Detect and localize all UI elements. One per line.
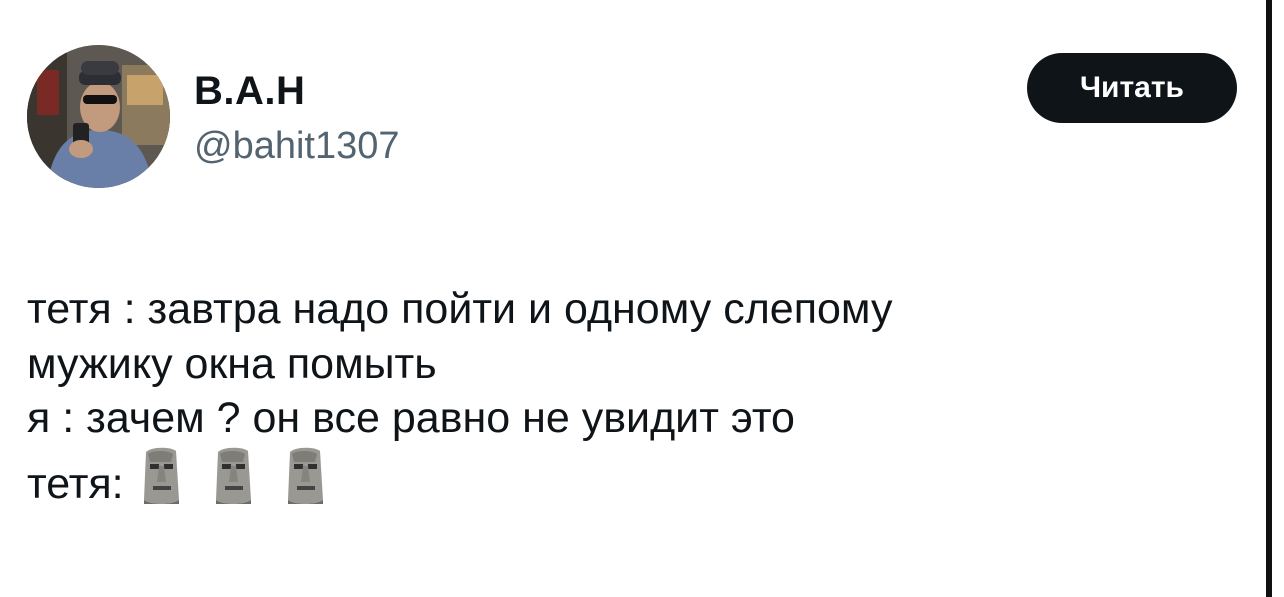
tweet-line: я : зачем ? он все равно не увидит это [27,394,795,442]
tweet-header: В.А.Н @bahit1307 Читать [27,45,1237,190]
user-handle[interactable]: @bahit1307 [194,123,400,169]
tweet-card: В.А.Н @bahit1307 Читать тетя : завтра на… [0,0,1284,597]
tweet-text: тетя : завтра надо пойти и одному слепом… [27,282,1227,519]
moai-emoji-icon [280,446,330,520]
tweet-line: мужику окна помыть [27,339,437,388]
follow-button[interactable]: Читать [1027,53,1237,123]
tweet-line: тетя : завтра надо пойти и одному слепом… [27,285,893,333]
avatar[interactable] [27,45,170,188]
tweet-line-text: тетя: [27,459,124,508]
author-names: В.А.Н @bahit1307 [194,67,400,169]
scrollbar[interactable] [1266,0,1272,597]
display-name[interactable]: В.А.Н [194,67,400,115]
tweet-line-last: тетя: [27,446,1227,520]
moai-emoji-icon [208,446,258,520]
moai-emoji-icon [136,446,186,520]
